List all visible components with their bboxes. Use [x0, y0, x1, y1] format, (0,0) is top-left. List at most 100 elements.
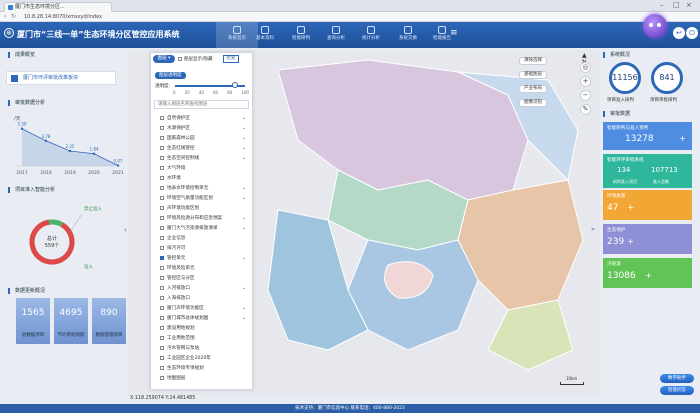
layer-checkbox[interactable] — [160, 305, 164, 310]
layer-checkbox[interactable] — [160, 285, 164, 290]
layer-item[interactable]: 工业用地范围 — [160, 335, 195, 343]
layer-checkbox[interactable] — [160, 235, 164, 240]
layer-item[interactable]: 生态红线管控 ⌄ — [160, 145, 246, 153]
layer-item[interactable]: 地图图层 — [160, 375, 185, 383]
layer-checkbox[interactable] — [160, 325, 164, 330]
search-button[interactable]: 检索 — [223, 55, 239, 63]
expand-icon[interactable]: ⌄ — [242, 305, 246, 311]
layer-item[interactable]: 生态环境专项规划 — [160, 365, 204, 373]
collapse-left-icon[interactable]: ‹ — [124, 226, 127, 234]
layer-checkbox[interactable] — [160, 295, 164, 300]
reform-link[interactable]: 厦门市环评审批改革板块 — [6, 71, 116, 85]
layer-checkbox[interactable] — [160, 245, 164, 250]
expand-icon[interactable]: ⌄ — [242, 195, 246, 201]
layer-checkbox[interactable] — [160, 375, 164, 380]
layer-item[interactable]: 厦门声环境功能区 ⌄ — [160, 305, 246, 313]
clear-selection-button[interactable]: 清除选择 — [519, 57, 547, 65]
layer-search-input[interactable] — [154, 100, 249, 109]
layer-dropdown[interactable]: 图层 ▾ — [153, 55, 175, 63]
layer-item[interactable]: 企业信息 — [160, 235, 185, 243]
layer-checkbox[interactable] — [160, 315, 164, 320]
layer-checkbox[interactable] — [160, 185, 164, 190]
menu-icon[interactable]: ≡ — [450, 28, 458, 38]
expand-icon[interactable]: ⌄ — [242, 125, 246, 131]
card-prejudge[interactable]: 智能研判与准入预判 13278 + — [603, 122, 692, 150]
close-icon[interactable]: × — [686, 1, 692, 9]
layer-checkbox[interactable] — [160, 115, 164, 120]
back-icon[interactable]: ‹ — [4, 13, 6, 20]
expand-icon[interactable]: ⌄ — [242, 225, 246, 231]
expand-icon[interactable]: ⌄ — [242, 135, 246, 141]
base-layer-button[interactable]: 基础图层 — [519, 71, 547, 79]
layer-item[interactable]: 厦门城市总体规划图 ⌄ — [160, 315, 246, 323]
layer-checkbox[interactable] — [160, 205, 164, 210]
layer-item[interactable]: 大气环境 — [160, 165, 185, 173]
back-arrow-icon[interactable]: ↩ — [673, 27, 685, 39]
layer-item[interactable]: 污水管网与泵站 — [160, 345, 199, 353]
layer-item[interactable]: 环境风险单元 — [160, 265, 195, 273]
layer-checkbox[interactable] — [160, 345, 164, 350]
layer-checkbox[interactable] — [160, 155, 164, 160]
layer-checkbox[interactable] — [160, 215, 164, 220]
layer-item[interactable]: 管控区与分区 — [160, 275, 195, 283]
expand-icon[interactable]: ⌄ — [242, 315, 246, 321]
opacity-slider-thumb[interactable] — [231, 82, 238, 88]
layer-checkbox[interactable] — [160, 355, 164, 360]
minimize-icon[interactable]: – — [660, 1, 664, 9]
nav-stats[interactable]: 统计分析 — [350, 22, 392, 48]
layer-checkbox[interactable] — [160, 275, 164, 280]
industry-layout-button[interactable]: 产业布局 — [519, 85, 547, 93]
layer-checkbox[interactable] — [160, 145, 164, 150]
digital-assistant-button[interactable]: 数字助手 — [660, 374, 694, 383]
layer-checkbox[interactable] — [160, 335, 164, 340]
expand-icon[interactable]: ⌄ — [242, 215, 246, 221]
layer-item[interactable]: 水环境 — [160, 175, 181, 183]
layer-item[interactable]: 声环境功能区划 — [160, 205, 199, 213]
maximize-icon[interactable]: □ — [673, 1, 680, 9]
layer-checkbox[interactable] — [160, 125, 164, 130]
layer-item[interactable]: 排污许可 — [160, 245, 185, 253]
power-icon[interactable]: ⏻ — [686, 27, 698, 39]
layer-checkbox[interactable] — [160, 135, 164, 140]
layer-checkbox[interactable] — [160, 175, 164, 180]
browser-tab[interactable]: 厦门市生态环境分区... — [4, 2, 112, 12]
card-pollution-source[interactable]: 污染源 13086 + — [603, 258, 692, 288]
layer-item[interactable]: 地表水环境控制单元 ⌄ — [160, 185, 246, 193]
expand-icon[interactable]: ⌄ — [242, 185, 246, 191]
layer-item[interactable]: 环境空气质量功能区划 ⌄ — [160, 195, 246, 203]
locate-icon[interactable]: ◎ — [580, 62, 591, 73]
smart-qa-button[interactable]: 智能问答 — [660, 386, 694, 395]
card-env-quality[interactable]: 环境质量 47 + — [603, 190, 692, 220]
layer-item[interactable]: 国家森林公园 ⌄ — [160, 135, 246, 143]
expand-icon[interactable]: ⌄ — [242, 155, 246, 161]
layer-checkbox[interactable] — [160, 225, 164, 230]
layer-checkbox[interactable] — [160, 365, 164, 370]
card-eco-protection[interactable]: 生态保护 239 + — [603, 224, 692, 254]
assistant-robot-icon[interactable] — [643, 14, 667, 38]
reload-icon[interactable]: ↻ — [11, 13, 16, 20]
layer-item[interactable]: 管控单元 ⌄ — [160, 255, 246, 263]
layer-item[interactable]: 水源保护区 ⌄ — [160, 125, 246, 133]
zoom-out-icon[interactable]: − — [580, 90, 591, 101]
layer-item[interactable]: 建设用地规划 — [160, 325, 195, 333]
collapse-right-icon[interactable]: » — [591, 226, 595, 233]
show-all-checkbox[interactable] — [178, 57, 182, 61]
layer-item[interactable]: 生态空间控制线 ⌄ — [160, 155, 246, 163]
layer-item[interactable]: 厦门大气污染源排放清单 ⌄ — [160, 225, 246, 233]
expand-icon[interactable]: ⌄ — [242, 285, 246, 291]
image-recognition-button[interactable]: 图像识别 — [519, 99, 547, 107]
measure-icon[interactable]: ✎ — [580, 104, 591, 115]
expand-icon[interactable]: ⌄ — [242, 145, 246, 151]
layer-checkbox[interactable] — [160, 265, 164, 270]
layer-item[interactable]: 环境风险源分布和应急预案 ⌄ — [160, 215, 246, 223]
layer-checkbox[interactable] — [160, 165, 164, 170]
layer-item[interactable]: 自然保护区 ⌄ — [160, 115, 246, 123]
card-eia-system[interactable]: 智能环评审批系统 134 107713 研判准入项目 准入总数 — [603, 154, 692, 188]
expand-icon[interactable]: ⌄ — [242, 255, 246, 261]
zoom-in-icon[interactable]: + — [580, 76, 591, 87]
address-bar[interactable]: ‹ ↻ 10.8.28.14:8070/xmsxyd/index — [0, 12, 700, 22]
layer-checkbox[interactable] — [160, 255, 164, 260]
layer-item[interactable]: 入海排放口 — [160, 295, 190, 303]
layer-item[interactable]: 入河排放口 ⌄ — [160, 285, 246, 293]
layer-checkbox[interactable] — [160, 195, 164, 200]
